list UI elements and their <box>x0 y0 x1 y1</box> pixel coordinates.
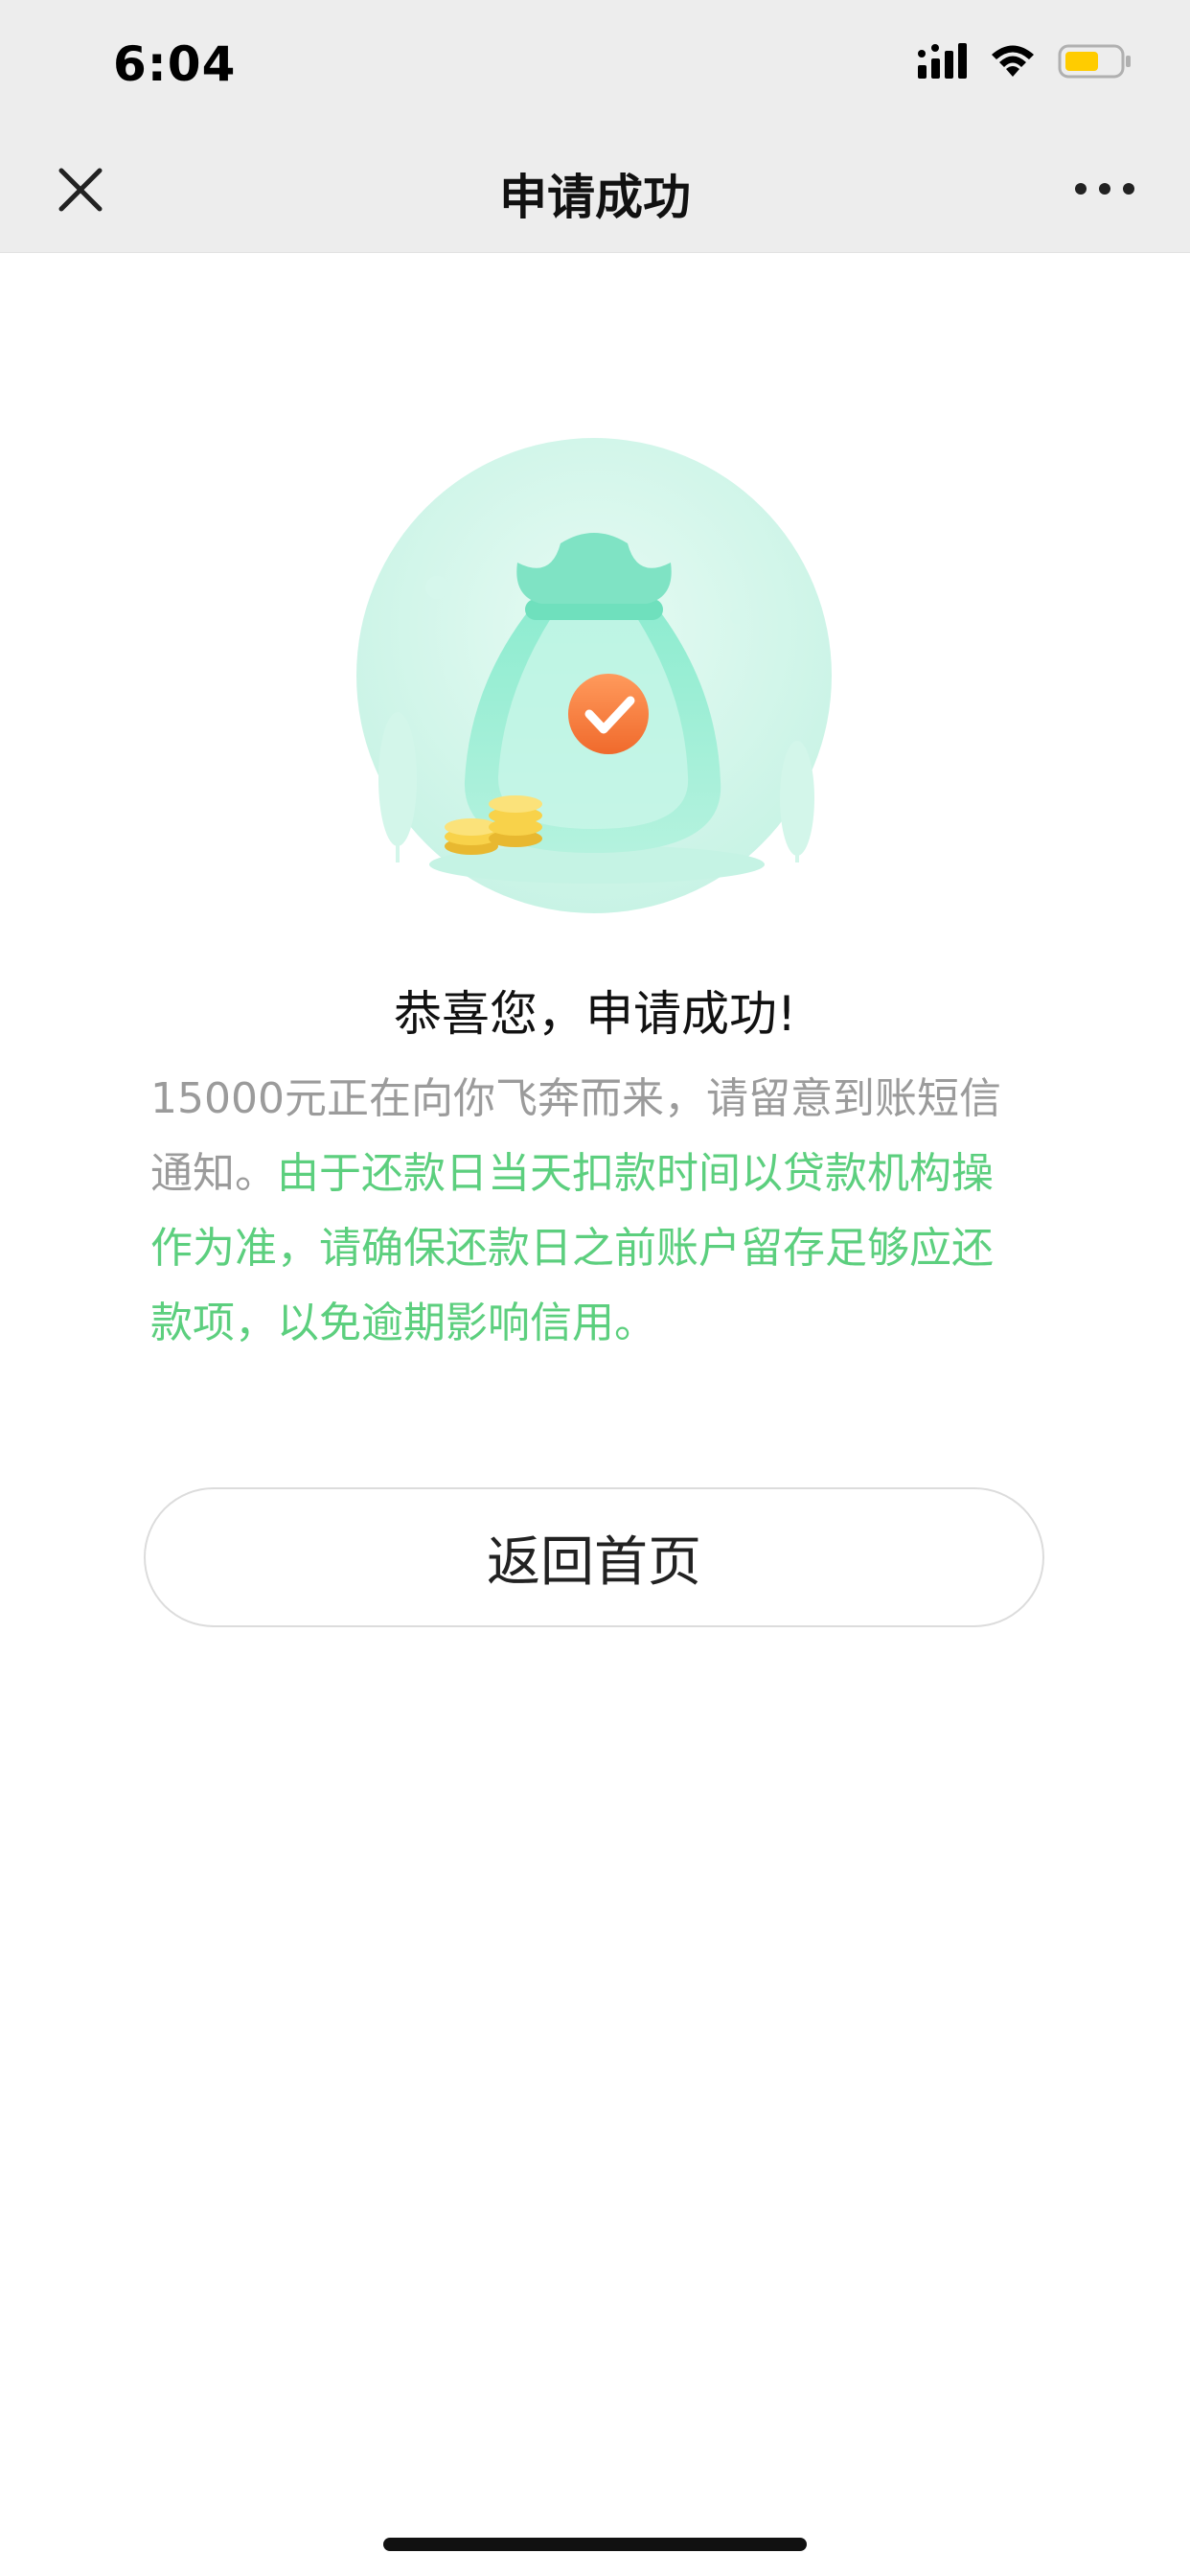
message-green-notice: 由于还款日当天扣款时间以贷款机构操作为准，请确保还款日之前账户留存足够应还款项，… <box>150 1149 994 1347</box>
app-screen: 6:04 申请成功 恭喜您，申请成功! 15000元正在向你飞奔而来，请留意到账… <box>0 0 1190 2576</box>
money-bag-success-icon <box>356 438 832 913</box>
status-time: 6:04 <box>113 36 237 92</box>
more-icon[interactable] <box>1071 174 1138 203</box>
success-headline: 恭喜您，申请成功! <box>393 986 797 1042</box>
header-area: 6:04 申请成功 <box>0 0 1190 253</box>
home-indicator[interactable] <box>383 2538 807 2551</box>
success-message: 15000元正在向你飞奔而来，请留意到账短信通知。由于还款日当天扣款时间以贷款机… <box>150 1062 1032 1361</box>
return-home-button[interactable]: 返回首页 <box>144 1487 1044 1627</box>
page-title: 申请成功 <box>499 170 691 225</box>
wifi-icon <box>992 45 1034 77</box>
battery-icon <box>1058 44 1131 79</box>
signal-icon <box>918 43 967 79</box>
